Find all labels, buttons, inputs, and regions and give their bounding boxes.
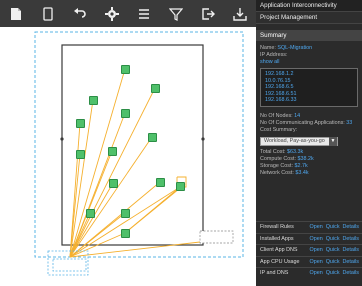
list-item: Firewall Rules Open Quick Details bbox=[256, 221, 362, 233]
toolbar bbox=[0, 0, 256, 27]
open-link[interactable]: Open bbox=[310, 270, 323, 276]
page-icon[interactable] bbox=[37, 3, 59, 25]
storage-cost-row: Storage Cost: $2.7k bbox=[260, 162, 308, 169]
app-node[interactable] bbox=[121, 65, 130, 74]
nodes-row: No Of Nodes: 14 bbox=[260, 112, 301, 119]
details-panel: Application Interconnectivity Project Ma… bbox=[256, 0, 362, 286]
quick-link[interactable]: Quick bbox=[326, 270, 340, 276]
app-node[interactable] bbox=[121, 229, 130, 238]
export-icon[interactable] bbox=[197, 3, 219, 25]
download-icon[interactable] bbox=[229, 3, 251, 25]
details-link[interactable]: Details bbox=[343, 224, 359, 230]
app-node[interactable] bbox=[151, 84, 160, 93]
comm-apps-value: 33 bbox=[346, 119, 353, 126]
quick-link[interactable]: Quick bbox=[326, 224, 340, 230]
open-link[interactable]: Open bbox=[310, 236, 323, 242]
name-label: Name: bbox=[260, 45, 276, 51]
details-link[interactable]: Details bbox=[343, 270, 359, 276]
ip-item: 192.168.6.33 bbox=[265, 97, 297, 104]
list-icon[interactable] bbox=[133, 3, 155, 25]
detail-links: Firewall Rules Open Quick Details Installe… bbox=[256, 221, 362, 279]
document-icon[interactable] bbox=[5, 3, 27, 25]
list-item: IP and DNS Open Quick Details bbox=[256, 267, 362, 279]
details-link[interactable]: Details bbox=[343, 236, 359, 242]
name-value: SQL-Migration bbox=[277, 45, 313, 51]
app-node[interactable] bbox=[176, 182, 185, 191]
quick-link[interactable]: Quick bbox=[326, 247, 340, 253]
nodes-value: 14 bbox=[294, 112, 301, 119]
show-all-link[interactable]: show all bbox=[256, 59, 362, 66]
panel-title: Application Interconnectivity bbox=[256, 0, 362, 12]
name-row: Name: SQL-Migration bbox=[256, 45, 362, 52]
network-cost-row: Network Cost: $3.4k bbox=[260, 169, 309, 176]
app-node[interactable] bbox=[121, 209, 130, 218]
app-node[interactable] bbox=[76, 150, 85, 159]
ip-item: 192.168.1.2 bbox=[265, 71, 294, 77]
panel-subtitle[interactable]: Project Management bbox=[256, 12, 362, 24]
app-node[interactable] bbox=[86, 209, 95, 218]
selected-source-node-box[interactable] bbox=[52, 258, 87, 272]
ip-list: 192.168.1.2 10.0.76.15 192.168.6.5 192.1… bbox=[260, 68, 358, 107]
app-node[interactable] bbox=[76, 119, 85, 128]
app-node[interactable] bbox=[121, 109, 130, 118]
open-link[interactable]: Open bbox=[310, 224, 323, 230]
app-node[interactable] bbox=[148, 133, 157, 142]
quick-link[interactable]: Quick bbox=[326, 236, 340, 242]
app-node[interactable] bbox=[109, 179, 118, 188]
open-link[interactable]: Open bbox=[310, 259, 323, 265]
app-node[interactable] bbox=[156, 178, 165, 187]
details-link[interactable]: Details bbox=[343, 247, 359, 253]
workload-select[interactable]: Workload, Pay-as-you-go ▼ bbox=[260, 136, 338, 146]
details-link[interactable]: Details bbox=[343, 259, 359, 265]
application-group-box[interactable] bbox=[61, 44, 204, 246]
app-node[interactable] bbox=[89, 96, 98, 105]
ip-item: 192.168.6.5 bbox=[265, 84, 294, 91]
list-item: App CPU Usage Open Quick Details bbox=[256, 255, 362, 268]
ip-item: 192.168.6.51 bbox=[265, 90, 297, 97]
total-cost-row: Total Cost: $63.3k bbox=[260, 148, 304, 155]
quick-link[interactable]: Quick bbox=[326, 259, 340, 265]
filter-icon[interactable] bbox=[165, 3, 187, 25]
app-node[interactable] bbox=[108, 147, 117, 156]
compute-cost-row: Compute Cost: $38.2k bbox=[260, 155, 314, 162]
open-link[interactable]: Open bbox=[310, 247, 323, 253]
diagram-canvas[interactable] bbox=[0, 27, 256, 286]
cost-summary-label: Cost Summary: bbox=[260, 126, 298, 133]
ip-item: 10.0.76.15 bbox=[265, 77, 291, 84]
list-item: Client App DNS Open Quick Details bbox=[256, 244, 362, 256]
gear-icon[interactable] bbox=[101, 3, 123, 25]
summary-header[interactable]: Summary bbox=[256, 30, 362, 41]
chevron-down-icon: ▼ bbox=[329, 136, 337, 146]
comm-apps-row: No Of Communicating Applications: 33 bbox=[260, 119, 353, 126]
list-item: Installed Apps Open Quick Details bbox=[256, 232, 362, 245]
external-node-box[interactable] bbox=[199, 230, 234, 244]
undo-icon[interactable] bbox=[69, 3, 91, 25]
ip-label: IP Address: bbox=[260, 52, 288, 58]
